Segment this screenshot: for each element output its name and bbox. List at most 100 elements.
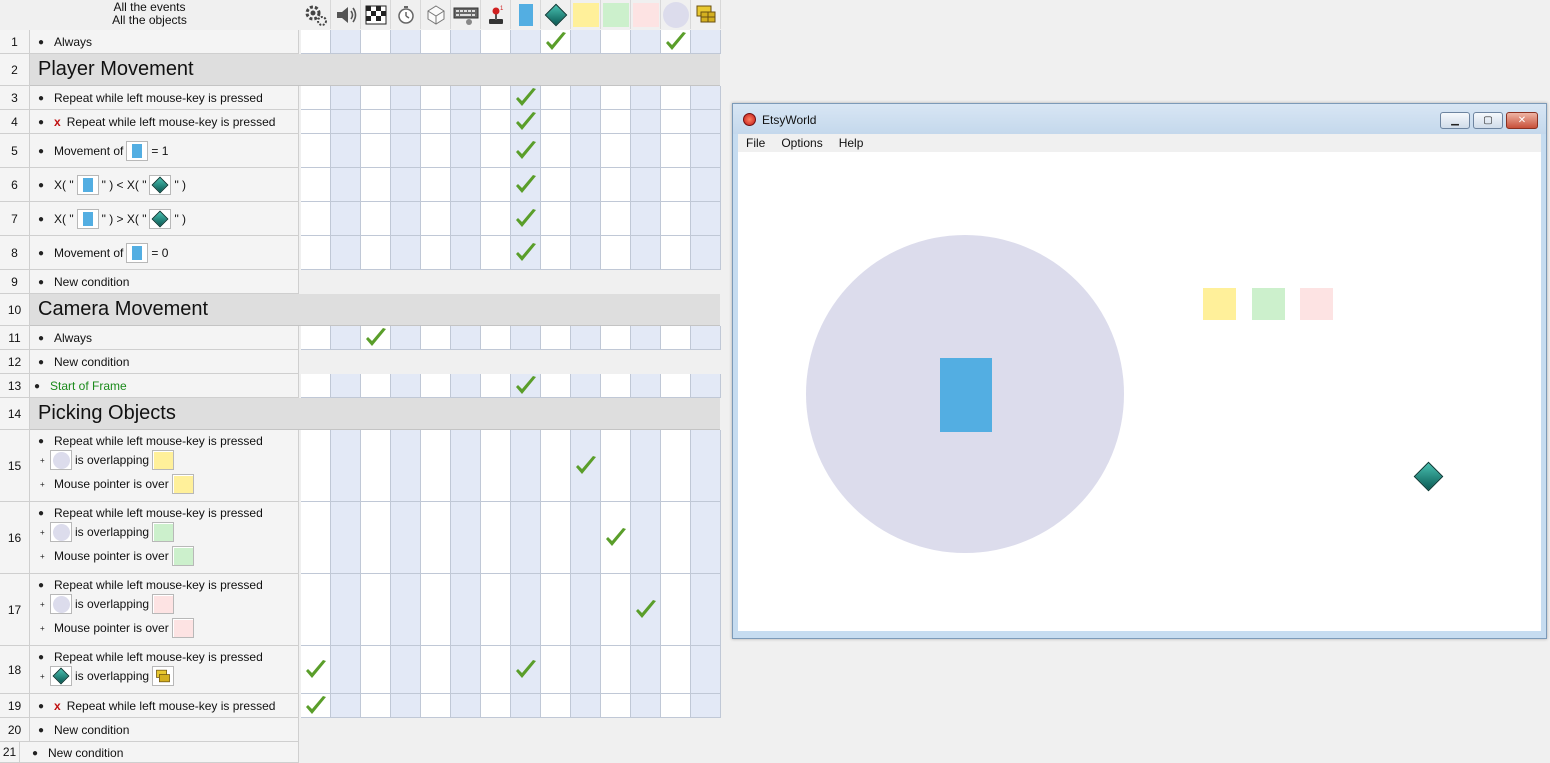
grid-cell[interactable] [661, 30, 691, 54]
column-blue-rectangle[interactable] [511, 0, 541, 29]
condition-text-c[interactable]: " ) [174, 212, 186, 226]
condition-text[interactable]: Mouse pointer is over [54, 621, 169, 635]
event-conditions[interactable]: ● x Repeat while left mouse-key is pressed [30, 694, 299, 718]
event-conditions[interactable]: ● New condition [30, 270, 299, 294]
grid-cell[interactable] [511, 374, 541, 398]
grid-cell[interactable] [511, 646, 541, 694]
grid-cell[interactable] [511, 202, 541, 236]
condition-text-a[interactable]: X( " [54, 178, 74, 192]
group-title[interactable]: Camera Movement [38, 298, 208, 321]
condition-text[interactable]: is overlapping [75, 525, 149, 539]
column-scene[interactable] [361, 0, 391, 29]
green-square-object[interactable] [1252, 288, 1285, 320]
new-condition-link[interactable]: New condition [54, 275, 129, 289]
condition-text-a[interactable]: X( " [54, 212, 74, 226]
timer-icon [397, 5, 414, 24]
column-keyboard[interactable] [451, 0, 481, 29]
new-condition-link[interactable]: New condition [48, 746, 123, 760]
column-joystick[interactable]: 1 [481, 0, 511, 29]
new-condition-link[interactable]: New condition [54, 355, 129, 369]
condition-text[interactable]: Always [54, 331, 92, 345]
grid-cell[interactable] [541, 30, 571, 54]
column-storage[interactable] [421, 0, 451, 29]
event-conditions[interactable]: ● Always [30, 30, 299, 54]
grid-cell[interactable] [301, 694, 331, 718]
grid-cell[interactable] [601, 502, 631, 574]
event-conditions[interactable]: ● Repeat while left mouse-key is pressed [30, 86, 299, 110]
event-conditions[interactable]: ● Movement of = 0 [30, 236, 299, 270]
window-titlebar[interactable]: EtsyWorld ▁ ▢ ✕ [733, 104, 1546, 134]
grid-cell[interactable] [511, 168, 541, 202]
column-gear[interactable] [301, 0, 331, 29]
event-conditions[interactable]: ● X( " " ) > X( " " ) [30, 202, 299, 236]
event-conditions[interactable]: ● Start of Frame [30, 374, 299, 398]
event-conditions[interactable]: ● Repeat while left mouse-key is pressed … [30, 574, 299, 646]
column-tiled-sprite[interactable] [691, 0, 721, 29]
event-conditions[interactable]: ● New condition [20, 742, 299, 763]
event-conditions[interactable]: ● New condition [30, 718, 299, 742]
game-canvas[interactable] [738, 152, 1541, 631]
group-band[interactable]: Picking Objects [30, 398, 720, 430]
grid-cell[interactable] [361, 326, 391, 350]
condition-text[interactable]: is overlapping [75, 453, 149, 467]
teal-gem-object[interactable] [1413, 461, 1444, 492]
condition-text[interactable]: Repeat while left mouse-key is pressed [54, 578, 263, 592]
condition-text[interactable]: Repeat while left mouse-key is pressed [54, 506, 263, 520]
grid-cell[interactable] [511, 236, 541, 270]
grid-cell[interactable] [511, 110, 541, 134]
menu-file[interactable]: File [738, 136, 773, 150]
condition-text-c[interactable]: " ) [174, 178, 186, 192]
column-timer[interactable] [391, 0, 421, 29]
group-title[interactable]: Player Movement [38, 58, 194, 81]
event-conditions[interactable]: ● X( " " ) < X( " " ) [30, 168, 299, 202]
event-conditions[interactable]: ● Always [30, 326, 299, 350]
event-number: 18 [0, 646, 30, 694]
close-button[interactable]: ✕ [1506, 112, 1538, 129]
grid-cell[interactable] [301, 646, 331, 694]
condition-text[interactable]: Mouse pointer is over [54, 549, 169, 563]
condition-text[interactable]: Always [54, 35, 92, 49]
condition-text[interactable]: Movement of [54, 246, 123, 260]
game-preview-window[interactable]: EtsyWorld ▁ ▢ ✕ File Options Help [732, 103, 1547, 639]
event-conditions[interactable]: ● New condition [30, 350, 299, 374]
condition-text-b[interactable]: " ) < X( " [102, 178, 147, 192]
column-speaker[interactable] [331, 0, 361, 29]
group-title[interactable]: Picking Objects [38, 402, 176, 425]
condition-text[interactable]: is overlapping [75, 597, 149, 611]
event-conditions[interactable]: ● Repeat while left mouse-key is pressed … [30, 646, 299, 694]
group-band[interactable]: Camera Movement [30, 294, 720, 326]
menu-options[interactable]: Options [773, 136, 830, 150]
condition-text[interactable]: Start of Frame [50, 379, 127, 393]
column-yellow-square[interactable] [571, 0, 601, 29]
blue-rectangle-player[interactable] [940, 358, 992, 432]
condition-text-b[interactable]: " ) > X( " [102, 212, 147, 226]
condition-text[interactable]: Mouse pointer is over [54, 477, 169, 491]
maximize-button[interactable]: ▢ [1473, 112, 1503, 129]
grid-cell[interactable] [511, 134, 541, 168]
condition-text[interactable]: Movement of [54, 144, 123, 158]
event-conditions[interactable]: ● Repeat while left mouse-key is pressed … [30, 502, 299, 574]
grid-cell[interactable] [631, 574, 661, 646]
new-condition-link[interactable]: New condition [54, 723, 129, 737]
event-conditions[interactable]: ● Repeat while left mouse-key is pressed … [30, 430, 299, 502]
grid-cell[interactable] [511, 86, 541, 110]
yellow-square-object[interactable] [1203, 288, 1236, 320]
condition-text[interactable]: Repeat while left mouse-key is pressed [54, 91, 263, 105]
condition-text[interactable]: Repeat while left mouse-key is pressed [67, 115, 276, 129]
minimize-button[interactable]: ▁ [1440, 112, 1470, 129]
column-pink-square[interactable] [631, 0, 661, 29]
header-all-objects[interactable]: All the objects [0, 14, 299, 27]
column-green-square[interactable] [601, 0, 631, 29]
event-conditions[interactable]: ● Movement of = 1 [30, 134, 299, 168]
column-teal-gem[interactable] [541, 0, 571, 29]
pink-square-object[interactable] [1300, 288, 1333, 320]
group-band[interactable]: Player Movement [30, 54, 720, 86]
condition-text[interactable]: Repeat while left mouse-key is pressed [54, 434, 263, 448]
grid-cell[interactable] [571, 430, 601, 502]
condition-text[interactable]: Repeat while left mouse-key is pressed [54, 650, 263, 664]
event-conditions[interactable]: ● x Repeat while left mouse-key is pressed [30, 110, 299, 134]
condition-text[interactable]: Repeat while left mouse-key is pressed [67, 699, 276, 713]
condition-text[interactable]: is overlapping [75, 669, 149, 683]
column-lavender-circle[interactable] [661, 0, 691, 29]
menu-help[interactable]: Help [831, 136, 872, 150]
